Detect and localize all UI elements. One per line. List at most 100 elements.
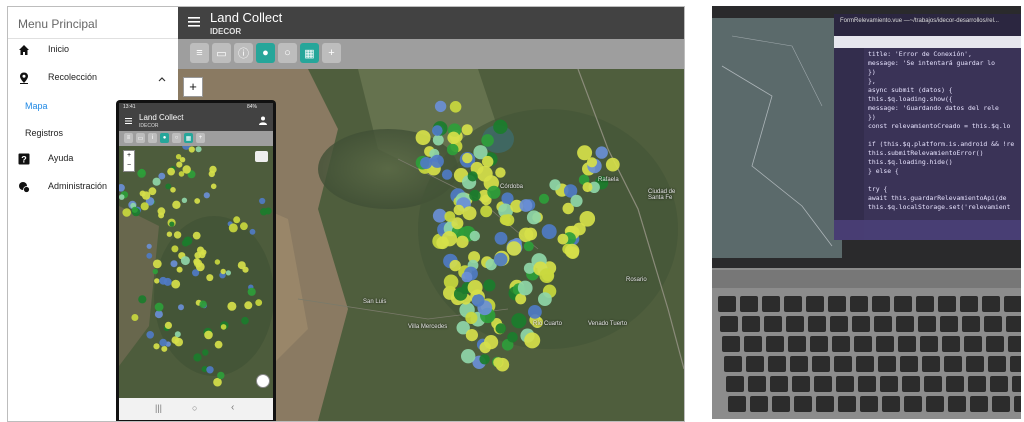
- sidebar-subitem-mapa[interactable]: Mapa: [25, 101, 48, 111]
- map-marker[interactable]: [171, 245, 179, 253]
- map-marker[interactable]: [181, 197, 188, 203]
- pin-icon[interactable]: ●: [160, 133, 169, 143]
- map-marker[interactable]: [131, 314, 139, 321]
- map-marker[interactable]: [467, 280, 483, 295]
- map-marker[interactable]: [494, 231, 508, 245]
- map-marker[interactable]: [467, 171, 478, 182]
- map-marker[interactable]: [138, 295, 147, 304]
- map-marker[interactable]: [586, 157, 598, 168]
- map-marker[interactable]: [524, 332, 541, 349]
- user-icon[interactable]: [259, 116, 267, 125]
- sidebar-item-recoleccion[interactable]: Recolección: [8, 66, 178, 92]
- map-marker[interactable]: [538, 193, 550, 204]
- map-marker[interactable]: [139, 190, 146, 197]
- map-marker[interactable]: [557, 233, 569, 245]
- map-marker[interactable]: [214, 259, 221, 265]
- map-marker[interactable]: [482, 155, 494, 168]
- map-marker[interactable]: [538, 292, 552, 306]
- map-marker[interactable]: [227, 301, 237, 311]
- map-marker[interactable]: [493, 119, 508, 134]
- map-marker[interactable]: [174, 331, 181, 338]
- map-marker[interactable]: [549, 179, 561, 191]
- map-marker[interactable]: [605, 157, 620, 172]
- map-marker[interactable]: [163, 277, 172, 286]
- map-marker[interactable]: [436, 236, 449, 250]
- back-icon[interactable]: ‹: [231, 402, 234, 413]
- map-marker[interactable]: [165, 183, 172, 190]
- map-marker[interactable]: [161, 345, 168, 352]
- map-marker[interactable]: [167, 167, 175, 176]
- map-marker[interactable]: [528, 305, 542, 319]
- map-marker[interactable]: [469, 189, 481, 202]
- map-marker[interactable]: [465, 329, 478, 342]
- phone-zoom-in-button[interactable]: +: [124, 151, 134, 161]
- map-marker[interactable]: [154, 310, 163, 319]
- map-marker[interactable]: [171, 279, 181, 289]
- map-marker[interactable]: [523, 241, 534, 252]
- sidebar-item-inicio[interactable]: Inicio: [8, 38, 178, 64]
- map-marker[interactable]: [453, 204, 465, 216]
- map-marker[interactable]: [181, 239, 190, 247]
- map-marker[interactable]: [507, 332, 518, 343]
- map-marker[interactable]: [176, 161, 183, 168]
- map-marker[interactable]: [195, 146, 202, 153]
- map-marker[interactable]: [173, 231, 182, 239]
- map-marker[interactable]: [214, 340, 223, 349]
- map-marker[interactable]: [449, 259, 461, 272]
- map-marker[interactable]: [131, 206, 138, 213]
- map-marker[interactable]: [519, 199, 533, 212]
- map-marker[interactable]: [446, 143, 459, 156]
- map-marker[interactable]: [443, 274, 459, 290]
- list-icon[interactable]: ≡: [124, 133, 133, 143]
- map-marker[interactable]: [539, 268, 555, 283]
- map-marker[interactable]: [192, 231, 201, 240]
- home-circle-icon[interactable]: ○: [192, 403, 197, 413]
- info-icon[interactable]: ⓘ: [234, 43, 253, 63]
- map-marker[interactable]: [465, 311, 478, 324]
- map-marker[interactable]: [241, 316, 249, 325]
- map-marker[interactable]: [541, 224, 557, 240]
- map-marker[interactable]: [415, 130, 431, 146]
- map-marker[interactable]: [152, 268, 158, 275]
- map-marker[interactable]: [517, 280, 533, 296]
- map-marker[interactable]: [146, 252, 153, 259]
- map-marker[interactable]: [217, 371, 225, 380]
- map-marker[interactable]: [461, 271, 473, 283]
- locate-me-icon[interactable]: [256, 374, 270, 388]
- map-marker[interactable]: [430, 154, 444, 168]
- map-marker[interactable]: [152, 259, 162, 269]
- map-marker[interactable]: [154, 278, 160, 284]
- map-marker[interactable]: [176, 266, 183, 273]
- map-marker[interactable]: [209, 165, 217, 174]
- map-marker[interactable]: [479, 354, 490, 365]
- map-marker[interactable]: [480, 205, 493, 218]
- map-marker[interactable]: [180, 256, 190, 266]
- map-marker[interactable]: [122, 208, 131, 217]
- map-marker[interactable]: [487, 185, 501, 199]
- map-marker[interactable]: [456, 235, 469, 248]
- map-marker[interactable]: [526, 210, 541, 225]
- map-marker[interactable]: [146, 331, 154, 339]
- map-zoom-in-button[interactable]: +: [183, 77, 203, 97]
- map-marker[interactable]: [247, 287, 256, 296]
- map-marker[interactable]: [483, 279, 496, 292]
- pin-outline-icon[interactable]: ○: [172, 133, 181, 143]
- map-marker[interactable]: [511, 313, 527, 329]
- map-marker[interactable]: [228, 223, 238, 233]
- map-marker[interactable]: [157, 207, 166, 216]
- map-marker[interactable]: [471, 294, 485, 307]
- map-marker[interactable]: [138, 168, 145, 175]
- pin-icon[interactable]: ●: [256, 43, 275, 63]
- map-marker[interactable]: [200, 249, 207, 256]
- map-marker[interactable]: [119, 194, 125, 200]
- map-marker[interactable]: [166, 231, 173, 237]
- map-marker[interactable]: [259, 197, 266, 205]
- map-marker[interactable]: [194, 252, 202, 259]
- map-marker[interactable]: [220, 324, 227, 330]
- map-marker[interactable]: [432, 134, 444, 146]
- map-marker[interactable]: [506, 241, 522, 256]
- map-marker[interactable]: [171, 336, 180, 344]
- map-marker[interactable]: [225, 270, 231, 276]
- map-marker[interactable]: [233, 216, 241, 224]
- comment-icon[interactable]: ▭: [136, 133, 145, 143]
